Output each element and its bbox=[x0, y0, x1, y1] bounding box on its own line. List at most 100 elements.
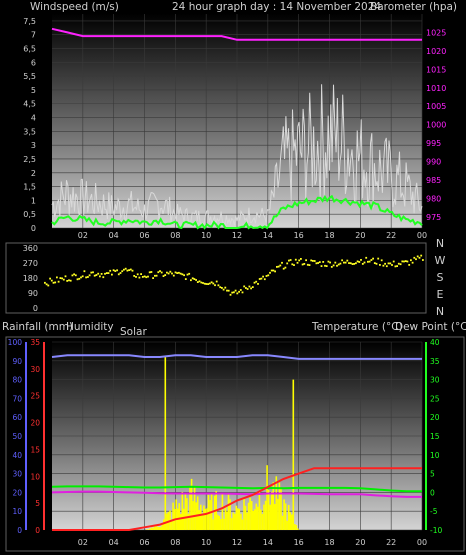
top-y-left-tick: 3 bbox=[31, 141, 36, 150]
direction-point bbox=[68, 279, 70, 282]
solar-bar bbox=[230, 518, 233, 530]
temperature-tick: 15 bbox=[430, 432, 440, 441]
bottom-x-tick: 02 bbox=[78, 538, 88, 547]
solar-bar bbox=[295, 525, 298, 530]
direction-point bbox=[62, 278, 65, 281]
solar-bar bbox=[243, 498, 245, 530]
direction-point bbox=[49, 277, 51, 280]
solar-bar bbox=[258, 490, 261, 530]
direction-point bbox=[159, 270, 161, 272]
direction-point bbox=[78, 277, 81, 280]
direction-point bbox=[154, 274, 156, 277]
direction-point bbox=[162, 275, 165, 277]
direction-point bbox=[334, 261, 337, 264]
direction-point bbox=[282, 267, 285, 270]
solar-bar bbox=[209, 500, 211, 530]
direction-point bbox=[207, 283, 209, 285]
direction-point bbox=[360, 259, 362, 261]
direction-point bbox=[200, 281, 203, 284]
direction-point bbox=[239, 289, 242, 291]
solar-bar bbox=[156, 526, 159, 530]
mid-y-tick: 90 bbox=[28, 289, 38, 298]
solar-bar bbox=[164, 357, 167, 530]
direction-point bbox=[260, 277, 263, 280]
top-panel: Windspeed (m/s) 24 hour graph day : 14 N… bbox=[23, 1, 457, 240]
direction-point bbox=[272, 269, 275, 272]
humidity-tick: 90 bbox=[12, 357, 22, 366]
solar-bar bbox=[232, 512, 234, 530]
direction-point bbox=[416, 255, 419, 258]
direction-point bbox=[210, 281, 213, 284]
direction-point bbox=[181, 273, 184, 276]
direction-point bbox=[294, 258, 297, 261]
direction-point bbox=[76, 278, 79, 281]
direction-point bbox=[337, 263, 340, 266]
direction-point bbox=[126, 269, 129, 272]
direction-point bbox=[418, 256, 421, 259]
rain-tick: 20 bbox=[30, 419, 40, 428]
direction-point bbox=[217, 284, 220, 287]
direction-point bbox=[300, 258, 302, 260]
solar-bar bbox=[233, 513, 236, 530]
top-y-left-tick: 1 bbox=[31, 196, 36, 205]
direction-point bbox=[97, 272, 100, 275]
top-x-tick: 06 bbox=[139, 231, 149, 240]
top-x-tick: 16 bbox=[294, 231, 304, 240]
bottom-x-tick: 06 bbox=[139, 538, 149, 547]
temperature-tick: 5 bbox=[430, 470, 435, 479]
solar-bar bbox=[289, 512, 291, 530]
direction-point bbox=[329, 261, 331, 264]
direction-point bbox=[202, 282, 204, 284]
solar-bar bbox=[224, 505, 227, 530]
direction-point bbox=[176, 272, 179, 274]
direction-point bbox=[372, 257, 374, 260]
top-y-left-tick: 7,5 bbox=[23, 17, 36, 26]
direction-point bbox=[214, 284, 216, 287]
solar-bar bbox=[297, 528, 299, 530]
direction-point bbox=[221, 287, 223, 289]
solar-bar bbox=[257, 506, 259, 530]
top-y-left-tick: 7 bbox=[31, 31, 36, 40]
solar-bar bbox=[286, 520, 288, 530]
direction-point bbox=[123, 268, 125, 271]
direction-point bbox=[305, 259, 307, 262]
temperature-tick: 30 bbox=[430, 376, 440, 385]
solar-bar bbox=[181, 491, 184, 530]
top-x-tick: 14 bbox=[263, 231, 273, 240]
direction-point bbox=[413, 256, 416, 259]
direction-point bbox=[155, 274, 158, 277]
bottom-x-tick: 08 bbox=[170, 538, 180, 547]
direction-point bbox=[396, 265, 398, 267]
solar-bar bbox=[274, 504, 276, 530]
solar-bar bbox=[237, 508, 239, 530]
solar-bar bbox=[264, 500, 267, 530]
solar-bar bbox=[281, 515, 284, 530]
bottom-x-tick: 16 bbox=[294, 538, 304, 547]
top-y-right-tick: 1005 bbox=[426, 102, 446, 111]
direction-point bbox=[50, 279, 53, 282]
solar-bar bbox=[241, 519, 244, 530]
direction-point bbox=[148, 271, 151, 274]
solar-bar bbox=[184, 493, 187, 530]
top-y-left-tick: 1,5 bbox=[23, 183, 36, 192]
direction-point bbox=[141, 276, 144, 278]
direction-point bbox=[104, 272, 106, 275]
weather-chart: Windspeed (m/s) 24 hour graph day : 14 N… bbox=[2, 1, 466, 552]
direction-point bbox=[95, 274, 98, 276]
top-y-left-tick: 4 bbox=[31, 114, 36, 123]
direction-point bbox=[251, 286, 254, 288]
direction-point bbox=[64, 275, 67, 278]
direction-point bbox=[73, 273, 75, 276]
direction-point bbox=[105, 272, 108, 274]
top-y-right-tick: 985 bbox=[426, 176, 441, 185]
top-y-right-tick: 1025 bbox=[426, 28, 446, 37]
solar-bar bbox=[178, 503, 180, 530]
direction-point bbox=[66, 280, 69, 282]
direction-point bbox=[44, 281, 46, 284]
direction-point bbox=[133, 275, 136, 277]
rain-tick: 5 bbox=[35, 499, 40, 508]
direction-point bbox=[121, 270, 124, 273]
direction-point bbox=[71, 274, 74, 277]
direction-point bbox=[191, 277, 194, 280]
top-y-left-tick: 3,5 bbox=[23, 127, 36, 136]
